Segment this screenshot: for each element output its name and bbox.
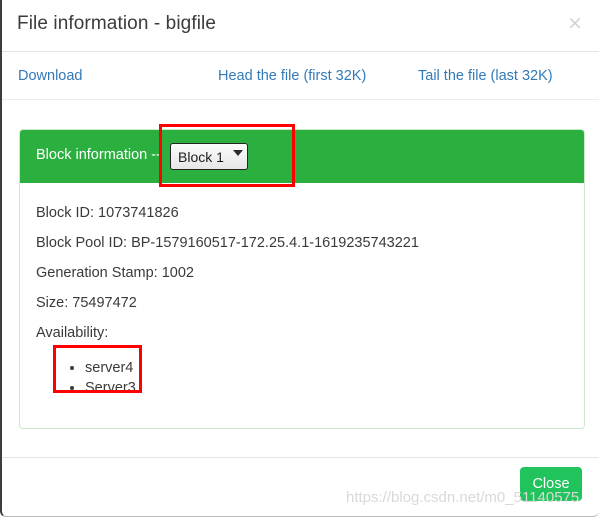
availability-label: Availability: [36,325,109,341]
page-title: File information - bigfile [17,13,217,34]
close-button[interactable]: Close [520,467,582,501]
head-file-link[interactable]: Head the file (first 32K) [218,68,366,84]
block-select[interactable]: Block 1 [170,143,248,170]
block-information-panel: Block information -- Block 1 Block ID: 1… [19,129,585,429]
file-action-links: Download Head the file (first 32K) Tail … [2,52,599,100]
list-item: Server3 [85,378,136,398]
close-icon[interactable]: × [564,12,586,34]
block-information-body: Block ID: 1073741826 Block Pool ID: BP-1… [20,183,584,428]
file-information-dialog: File information - bigfile × Download He… [0,0,599,517]
dialog-footer: Close [2,457,599,516]
block-id-line: Block ID: 1073741826 [36,205,179,221]
list-item: server4 [85,358,136,378]
block-information-label: Block information -- [36,147,161,163]
tail-file-link[interactable]: Tail the file (last 32K) [418,68,553,84]
generation-stamp-line: Generation Stamp: 1002 [36,265,194,281]
dialog-header: File information - bigfile × [2,0,599,52]
block-pool-id-line: Block Pool ID: BP-1579160517-172.25.4.1-… [36,235,419,251]
size-line: Size: 75497472 [36,295,137,311]
download-link[interactable]: Download [18,68,83,84]
availability-box: server4 Server3 [53,348,150,404]
block-information-header: Block information -- Block 1 [20,130,584,183]
availability-list: server4 Server3 [67,358,136,398]
